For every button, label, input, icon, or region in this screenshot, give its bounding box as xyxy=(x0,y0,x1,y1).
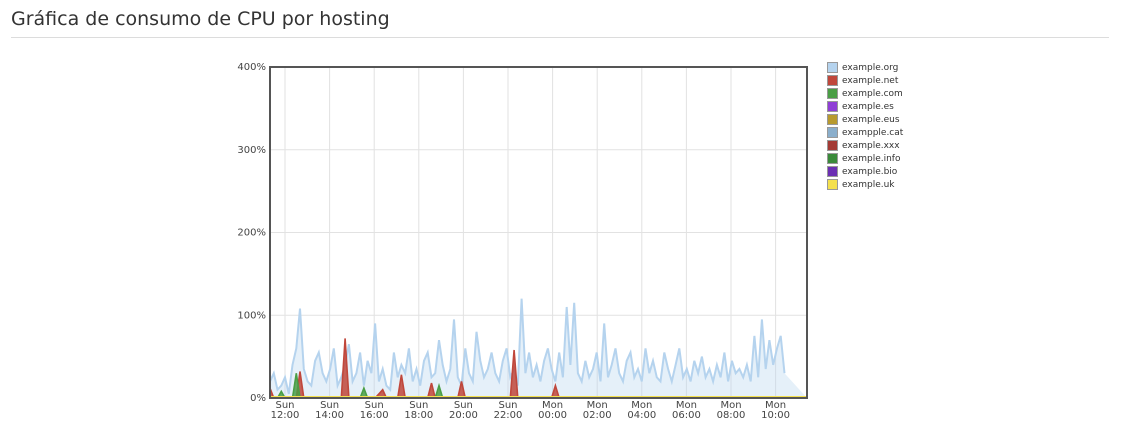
cpu-chart: 0%100%200%300%400%Sun12:00Sun14:00Sun16:… xyxy=(237,62,808,421)
legend-swatch xyxy=(827,75,838,86)
legend-item: example.org xyxy=(827,61,903,74)
legend-item: example.net xyxy=(827,74,903,87)
x-tick-label: 14:00 xyxy=(315,410,344,421)
legend-label: exampple.cat xyxy=(842,127,904,138)
legend-item: example.bio xyxy=(827,165,903,178)
x-tick-label: 00:00 xyxy=(538,410,567,421)
x-tick-label: 12:00 xyxy=(271,410,300,421)
y-tick-label: 100% xyxy=(237,310,266,321)
legend-label: example.es xyxy=(842,101,894,112)
legend-label: example.org xyxy=(842,62,899,73)
x-tick-label: 16:00 xyxy=(360,410,389,421)
legend-label: example.info xyxy=(842,153,901,164)
x-tick-label: 18:00 xyxy=(404,410,433,421)
legend-swatch xyxy=(827,127,838,138)
legend-swatch xyxy=(827,62,838,73)
y-tick-label: 400% xyxy=(237,62,266,73)
x-tick-label: 20:00 xyxy=(449,410,478,421)
legend-item: exampple.cat xyxy=(827,126,903,139)
y-tick-label: 300% xyxy=(237,145,266,156)
legend-label: example.eus xyxy=(842,114,900,125)
legend-item: example.xxx xyxy=(827,139,903,152)
legend-swatch xyxy=(827,114,838,125)
y-tick-label: 200% xyxy=(237,228,266,239)
x-tick-label: 06:00 xyxy=(672,410,701,421)
x-tick-label: 08:00 xyxy=(717,410,746,421)
legend-label: example.uk xyxy=(842,179,895,190)
x-tick-label: 10:00 xyxy=(761,410,790,421)
legend-item: example.es xyxy=(827,100,903,113)
chart-legend: example.org example.net example.com example… xyxy=(827,61,903,191)
y-tick-label: 0% xyxy=(250,393,266,404)
legend-item: example.eus xyxy=(827,113,903,126)
legend-swatch xyxy=(827,101,838,112)
x-tick-label: 02:00 xyxy=(583,410,612,421)
legend-label: example.bio xyxy=(842,166,898,177)
x-tick-label: 22:00 xyxy=(494,410,523,421)
legend-label: example.net xyxy=(842,75,899,86)
legend-swatch xyxy=(827,140,838,151)
legend-swatch xyxy=(827,88,838,99)
legend-item: example.uk xyxy=(827,178,903,191)
x-tick-label: 04:00 xyxy=(627,410,656,421)
legend-label: example.com xyxy=(842,88,903,99)
series-area-example.org xyxy=(270,298,807,398)
legend-swatch xyxy=(827,166,838,177)
legend-swatch xyxy=(827,179,838,190)
legend-label: example.xxx xyxy=(842,140,900,151)
legend-item: example.com xyxy=(827,87,903,100)
legend-swatch xyxy=(827,153,838,164)
legend-item: example.info xyxy=(827,152,903,165)
